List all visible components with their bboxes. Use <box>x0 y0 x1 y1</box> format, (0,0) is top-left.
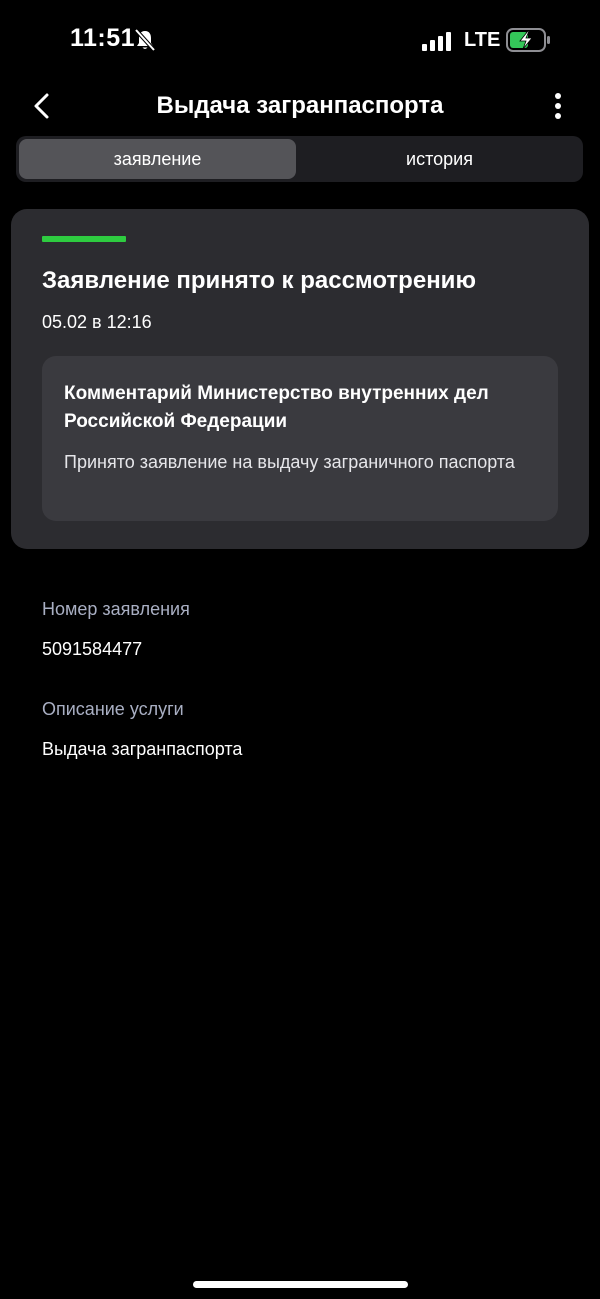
comment-box: Комментарий Министерство внутренних дел … <box>42 356 558 521</box>
status-date: 05.02 в 12:16 <box>42 312 152 332</box>
bell-muted-icon <box>134 28 156 52</box>
status-bar: 11:51 LTE <box>0 0 600 80</box>
comment-text: Принято заявление на выдачу заграничного… <box>64 452 515 472</box>
tab-application[interactable]: заявление <box>19 139 296 179</box>
battery-charging-icon <box>506 28 550 52</box>
status-progress-bar <box>42 236 126 242</box>
segmented-tabs: заявление история <box>16 136 583 182</box>
network-type: LTE <box>464 29 501 51</box>
cellular-signal-icon <box>422 32 451 51</box>
more-vertical-icon[interactable] <box>548 90 568 122</box>
status-title: Заявление принято к рассмотрению <box>42 267 476 294</box>
home-indicator[interactable] <box>193 1281 408 1288</box>
page-title: Выдача загранпаспорта <box>156 92 444 119</box>
application-number-value: 5091584477 <box>42 639 143 659</box>
application-number-label: Номер заявления <box>42 599 190 619</box>
application-status-card: Заявление принято к рассмотрению 05.02 в… <box>11 209 589 549</box>
tab-history[interactable]: история <box>299 139 580 179</box>
service-description-label: Описание услуги <box>42 699 184 719</box>
status-time: 11:51 <box>70 24 136 52</box>
service-description-value: Выдача загранпаспорта <box>42 739 243 759</box>
comment-title: Комментарий Министерство внутренних дел … <box>64 383 489 432</box>
